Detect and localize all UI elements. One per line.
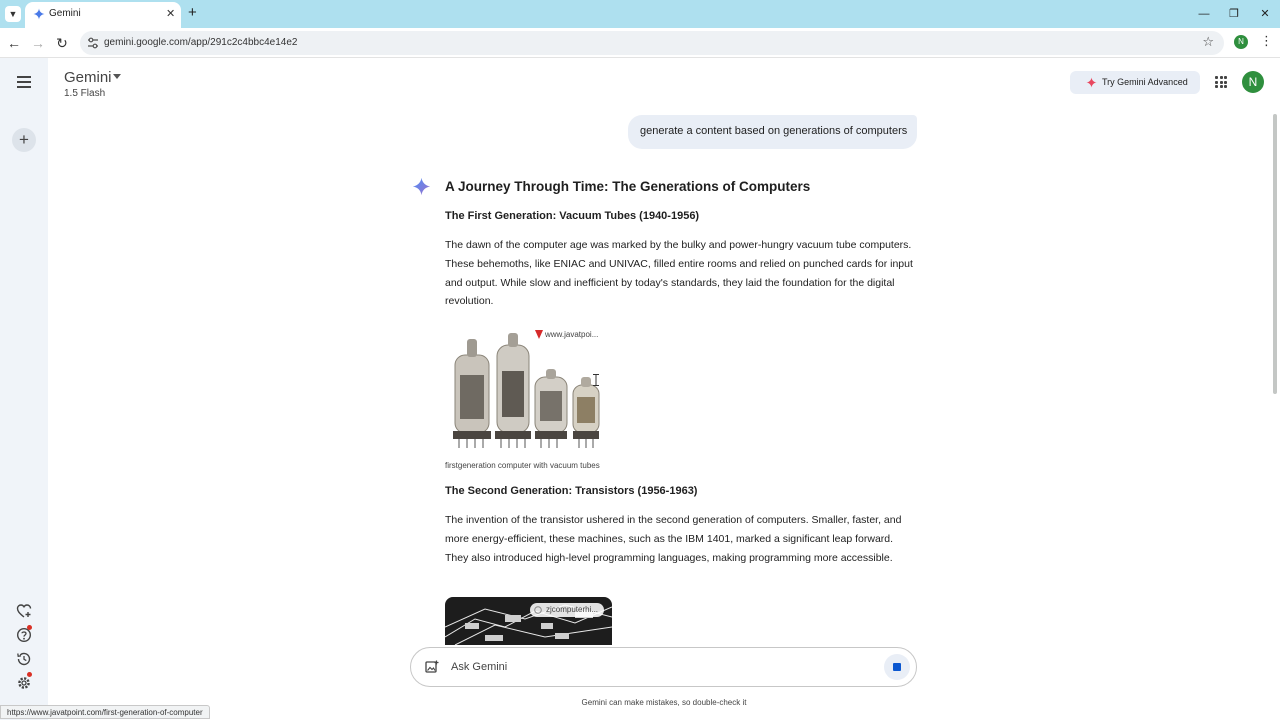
- address-bar[interactable]: gemini.google.com/app/291c2c4bbc4e14e2 ☆: [80, 31, 1224, 55]
- main-menu-hamburger-icon[interactable]: [17, 76, 31, 88]
- google-apps-grid-icon[interactable]: [1215, 76, 1227, 88]
- gemini-advanced-spark-icon: [1086, 77, 1097, 88]
- gemini-sidebar: +: [0, 58, 48, 720]
- stop-square-icon: [893, 663, 901, 671]
- browser-toolbar: ← → ↻ gemini.google.com/app/291c2c4bbc4e…: [0, 28, 1280, 58]
- javatpoint-favicon-icon: [535, 330, 543, 339]
- try-gemini-advanced-label: Try Gemini Advanced: [1102, 77, 1188, 87]
- url-text: gemini.google.com/app/291c2c4bbc4e14e2: [104, 37, 298, 48]
- reload-icon[interactable]: ↻: [52, 33, 72, 53]
- image-caption: firstgeneration computer with vacuum tub…: [445, 461, 600, 470]
- link-status-bar: https://www.javatpoint.com/first-generat…: [0, 705, 210, 719]
- browser-tab-gemini[interactable]: Gemini ✕: [25, 2, 181, 28]
- gems-heart-icon[interactable]: [16, 603, 32, 619]
- account-avatar[interactable]: N: [1242, 71, 1264, 93]
- image-source-text-2: zjcomputerhi...: [546, 605, 599, 614]
- user-prompt-bubble: generate a content based on generations …: [628, 115, 917, 149]
- new-tab-plus-icon[interactable]: +: [188, 5, 197, 21]
- section-body-first-generation: The dawn of the computer age was marked …: [445, 239, 913, 308]
- window-close-icon[interactable]: ✕: [1257, 6, 1273, 22]
- try-gemini-advanced-button[interactable]: Try Gemini Advanced: [1070, 71, 1200, 94]
- new-chat-plus-icon[interactable]: +: [12, 128, 36, 152]
- response-title: A Journey Through Time: The Generations …: [445, 179, 811, 194]
- vacuum-tubes-image[interactable]: [445, 327, 605, 449]
- model-dropdown-caret-icon[interactable]: [113, 74, 121, 79]
- stop-response-button[interactable]: [884, 654, 910, 680]
- activity-history-icon[interactable]: [16, 651, 32, 667]
- site-info-tune-icon[interactable]: [86, 36, 100, 50]
- prompt-input[interactable]: [451, 654, 871, 680]
- site-favicon-icon: [534, 606, 542, 614]
- tab-title: Gemini: [49, 8, 81, 19]
- help-notification-dot: [27, 625, 32, 630]
- tab-close-icon[interactable]: ✕: [166, 7, 175, 21]
- back-arrow-icon[interactable]: ←: [4, 33, 24, 53]
- gemini-title-dropdown[interactable]: Gemini: [64, 69, 112, 86]
- tab-search-chevron-icon[interactable]: ▼: [5, 6, 21, 22]
- forward-arrow-icon[interactable]: →: [28, 33, 48, 53]
- image-source-link-2[interactable]: zjcomputerhi...: [530, 603, 605, 617]
- upload-image-icon[interactable]: [425, 660, 439, 674]
- gemini-favicon-icon: [33, 8, 45, 20]
- section-body-second-generation: The invention of the transistor ushered …: [445, 514, 902, 564]
- settings-gear-icon[interactable]: [16, 675, 32, 691]
- gemini-response-spark-icon: [412, 177, 431, 196]
- minimize-icon[interactable]: —: [1196, 6, 1212, 22]
- browser-menu-kebab-icon[interactable]: ⋮: [1260, 33, 1273, 49]
- restore-icon[interactable]: ❐: [1226, 6, 1242, 22]
- settings-notification-dot: [27, 672, 32, 677]
- chat-scrollbar-thumb[interactable]: [1273, 114, 1277, 394]
- browser-tabstrip: ▼ Gemini ✕ + — ❐ ✕: [0, 0, 1280, 28]
- text-cursor-ibeam-icon: [593, 374, 599, 386]
- image-source-link[interactable]: www.javatpoi...: [545, 330, 598, 339]
- model-label: 1.5 Flash: [64, 88, 106, 99]
- user-prompt-text: generate a content based on generations …: [640, 125, 908, 137]
- section-heading-first-generation: The First Generation: Vacuum Tubes (1940…: [445, 210, 700, 222]
- prompt-input-box[interactable]: [410, 647, 917, 687]
- bookmark-star-icon[interactable]: ☆: [1202, 34, 1214, 50]
- browser-profile-avatar[interactable]: N: [1234, 35, 1248, 49]
- section-heading-second-generation: The Second Generation: Transistors (1956…: [445, 485, 698, 497]
